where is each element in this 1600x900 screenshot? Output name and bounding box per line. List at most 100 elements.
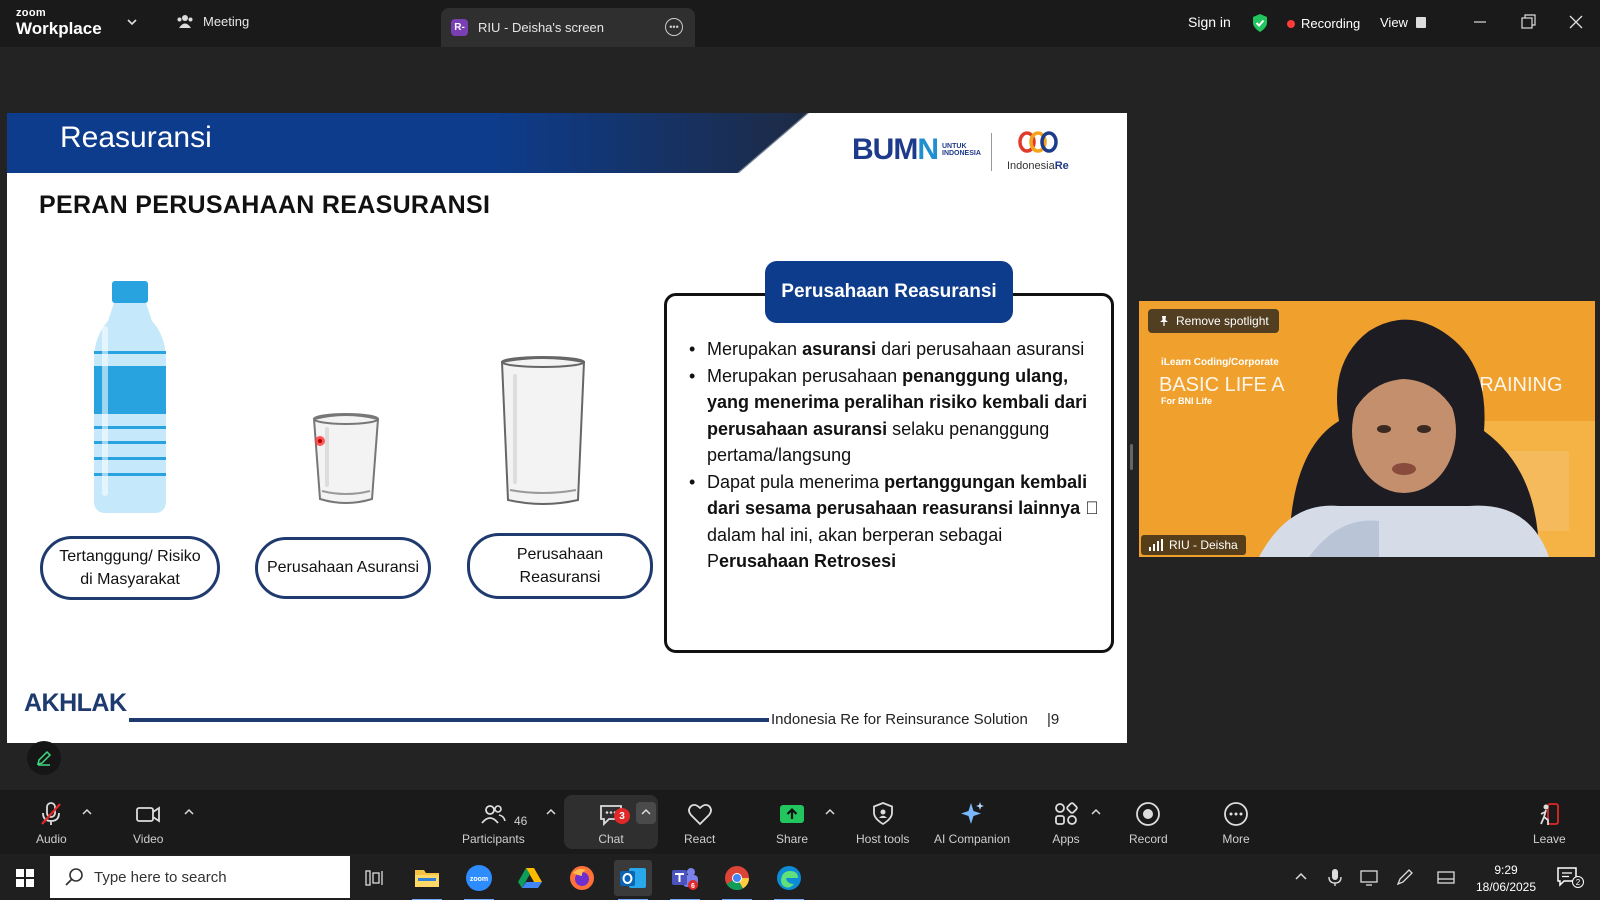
taskbar-app-outlook[interactable] [614,860,652,900]
oval-asuransi-text: Perusahaan Asuransi [266,559,420,577]
bumn-logo-subtitle: UNTUK INDONESIA [942,143,981,157]
bumn-logo-sub2: INDONESIA [942,150,981,157]
minimize-icon[interactable] [1470,12,1490,32]
akhlak-logo: AKHLAK [24,689,127,717]
list-item: Merupakan perusahaan penanggung ulang, y… [689,363,1109,469]
list-item: Dapat pula menerima pertanggungan kembal… [689,469,1109,575]
annotate-button[interactable] [27,741,61,775]
shield-check-icon[interactable] [1251,13,1269,33]
search-icon [65,868,83,886]
chat-options-chevron-icon[interactable] [640,806,652,818]
svg-text:BASIC LIFE A: BASIC LIFE A [1159,374,1285,396]
ai-companion-label: AI Companion [934,832,1011,846]
panel-resize-handle[interactable] [1130,444,1133,470]
notification-center-icon[interactable]: 2 [1556,866,1584,888]
more-button[interactable]: More [1222,800,1250,846]
react-button[interactable]: React [684,800,715,846]
apps-button[interactable]: Apps [1052,800,1080,846]
meeting-icon [177,15,193,28]
participant-badge: R- [451,19,468,36]
leave-meeting-icon [1540,803,1560,825]
taskbar-app-teams[interactable]: 6 [666,860,704,900]
audio-button[interactable]: Audio [36,800,67,846]
pen-tray-icon[interactable] [1395,867,1415,887]
svg-text:zoom: zoom [470,876,488,883]
apps-label: Apps [1052,832,1080,846]
indonesia-re-logo: IndonesiaRe [1007,131,1069,172]
taskbar-app-firefox[interactable] [563,860,601,896]
participant-name-tag: RIU - Deisha [1141,535,1246,555]
oval-asuransi: Perusahaan Asuransi [255,537,431,599]
bullet3-a: Dapat pula menerima [707,471,885,492]
windows-start-icon[interactable] [16,869,34,887]
oval-tertanggung-line2: di Masyarakat [80,571,180,588]
apps-options-chevron-icon[interactable] [1090,806,1102,818]
more-dots-icon [1224,802,1248,826]
restore-icon[interactable] [1518,12,1538,32]
participants-options-chevron-icon[interactable] [545,806,557,818]
show-hidden-icons-chevron-icon[interactable] [1291,867,1311,887]
remove-spotlight-button[interactable]: Remove spotlight [1148,309,1279,333]
slide-heading: PERAN PERUSAHAAN REASURANSI [39,191,491,219]
react-label: React [684,832,716,846]
microphone-tray-icon[interactable] [1325,867,1345,887]
tab-meeting[interactable]: Meeting [176,13,249,29]
view-button[interactable]: View [1380,15,1426,30]
taskbar-app-google-drive[interactable] [511,860,549,896]
taskbar-app-edge[interactable] [770,860,808,900]
host-tools-button[interactable]: Host tools [856,800,909,846]
spotlight-video-tile[interactable]: iLearn Coding/Corporate BASIC LIFE A TRA… [1139,301,1595,557]
ire-logo-part-a: Indonesia [1007,160,1055,172]
taskbar-app-file-explorer[interactable] [408,860,446,900]
share-button[interactable]: Share [776,800,808,846]
share-label: Share [776,832,809,846]
tab-shared-screen-label: RIU - Deisha's screen [478,20,605,35]
participants-count: 46 [514,814,528,828]
more-label: More [1222,832,1250,846]
water-bottle-image [94,281,166,513]
bumn-logo-sub1: UNTUK [942,143,967,150]
record-icon [1136,802,1161,826]
footer-line [129,718,769,722]
ai-companion-button[interactable]: AI Companion [934,800,1010,846]
chevron-down-icon[interactable] [125,15,139,29]
taskbar-app-chrome[interactable] [718,860,756,900]
taskbar-search-box[interactable]: Type here to search [50,856,350,898]
svg-text:For BNI Life: For BNI Life [1161,396,1212,406]
tab-shared-screen[interactable]: R- RIU - Deisha's screen ••• [441,8,695,47]
participant-name: RIU - Deisha [1169,538,1238,552]
video-label: Video [133,832,164,846]
bullet2-a: Merupakan perusahaan [707,365,903,386]
close-icon[interactable] [1566,12,1586,32]
record-button[interactable]: Record [1129,800,1168,846]
bullet1-a: Merupakan [707,339,803,359]
sign-in-link[interactable]: Sign in [1188,14,1231,30]
leave-button[interactable]: Leave [1533,800,1566,846]
display-tray-icon[interactable] [1359,867,1379,887]
recording-indicator[interactable]: Recording [1287,16,1360,31]
video-button[interactable]: Video [133,800,163,846]
teams-badge-count: 6 [691,883,695,890]
audio-options-chevron-icon[interactable] [81,806,93,818]
clock-time: 9:29 [1494,863,1518,877]
oval-reasuransi-line2: Reasuransi [519,569,601,586]
more-options-icon[interactable]: ••• [665,18,683,36]
host-shield-icon [872,802,893,826]
oval-tertanggung-text: Tertanggung/ Risiko di Masyarakat [59,545,200,591]
participants-icon [481,805,507,824]
title-bar: zoom Workplace Meeting R- RIU - Deisha's… [0,0,1600,47]
keyboard-tray-icon[interactable] [1436,867,1456,887]
folder-icon [415,870,439,887]
taskbar-app-zoom[interactable]: zoom [460,860,498,900]
share-options-chevron-icon[interactable] [824,806,836,818]
video-feed: iLearn Coding/Corporate BASIC LIFE A TRA… [1139,301,1595,557]
zoom-workplace-logo[interactable]: zoom Workplace [16,8,102,38]
windows-taskbar: Type here to search zoom 6 9:29 18/06/20… [0,854,1600,900]
task-view-button[interactable] [356,860,394,896]
view-layout-icon [1415,17,1426,28]
video-options-chevron-icon[interactable] [183,806,195,818]
list-item: Merupakan asuransi dari perusahaan asura… [689,336,1109,363]
taskbar-clock[interactable]: 9:29 18/06/2025 [1470,862,1542,896]
tall-glass-image [500,356,586,505]
tab-meeting-label: Meeting [203,13,250,29]
